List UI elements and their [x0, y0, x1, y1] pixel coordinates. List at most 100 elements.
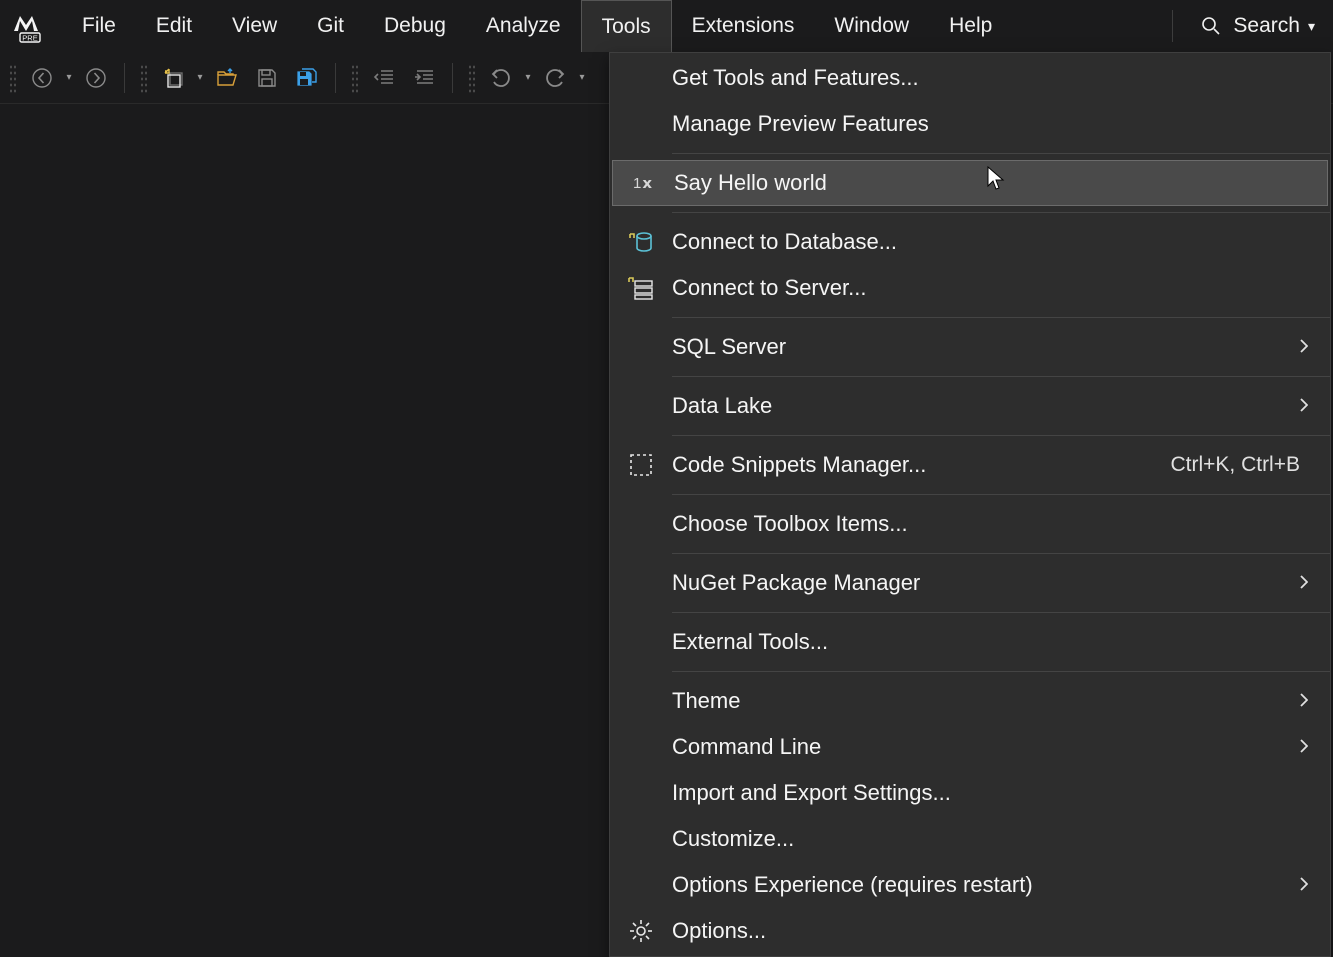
menu-separator [672, 612, 1330, 613]
tools-dropdown: Get Tools and Features... Manage Preview… [609, 52, 1331, 957]
menu-label: Tools [602, 15, 651, 39]
menu-analyze[interactable]: Analyze [466, 0, 581, 52]
new-item-dropdown[interactable]: ▾ [193, 72, 207, 83]
save-button[interactable] [249, 60, 285, 96]
menuitem-nuget[interactable]: NuGet Package Manager [610, 560, 1330, 606]
menu-edit[interactable]: Edit [136, 0, 212, 52]
search-label: Search [1233, 14, 1300, 38]
undo-dropdown[interactable]: ▾ [521, 72, 535, 83]
menuitem-label: Manage Preview Features [672, 111, 1308, 137]
save-all-button[interactable] [289, 60, 325, 96]
menuitem-data-lake[interactable]: Data Lake [610, 383, 1330, 429]
menuitem-code-snippets[interactable]: Code Snippets Manager... Ctrl+K, Ctrl+B [610, 442, 1330, 488]
undo-icon [490, 67, 512, 89]
menu-label: View [232, 14, 277, 38]
menu-separator [672, 671, 1330, 672]
open-button[interactable] [209, 60, 245, 96]
new-file-sparkle-icon [162, 67, 184, 89]
redo-button[interactable] [537, 60, 573, 96]
menu-label: Window [834, 14, 909, 38]
snippet-icon [610, 452, 672, 478]
menuitem-label: Data Lake [672, 393, 1300, 419]
menuitem-sql-server[interactable]: SQL Server [610, 324, 1330, 370]
menu-view[interactable]: View [212, 0, 297, 52]
menu-separator [672, 553, 1330, 554]
toolbar-separator [124, 63, 125, 93]
menu-separator [672, 153, 1330, 154]
search-icon [1201, 16, 1221, 36]
menuitem-say-hello-world[interactable]: 1𝘅 Say Hello world [612, 160, 1328, 206]
menu-tools[interactable]: Tools [581, 0, 672, 52]
undo-button[interactable] [483, 60, 519, 96]
toolbar-grip[interactable] [350, 63, 358, 93]
menu-separator [672, 435, 1330, 436]
menu-label: Help [949, 14, 992, 38]
gear-icon [610, 918, 672, 944]
menuitem-label: Options Experience (requires restart) [672, 872, 1300, 898]
toolbar-grip[interactable] [139, 63, 147, 93]
outdent-button[interactable] [366, 60, 402, 96]
toolbar-grip[interactable] [8, 63, 16, 93]
menu-label: File [82, 14, 116, 38]
app-logo: PRE [6, 4, 50, 48]
search-box[interactable]: Search ▾ [1183, 14, 1333, 38]
menuitem-label: Theme [672, 688, 1300, 714]
menuitem-label: SQL Server [672, 334, 1300, 360]
menu-help[interactable]: Help [929, 0, 1012, 52]
menu-label: Debug [384, 14, 446, 38]
menuitem-connect-server[interactable]: Connect to Server... [610, 265, 1330, 311]
menuitem-label: Connect to Database... [672, 229, 1308, 255]
menuitem-label: Import and Export Settings... [672, 780, 1308, 806]
menuitem-label: External Tools... [672, 629, 1308, 655]
menuitem-options-experience[interactable]: Options Experience (requires restart) [610, 862, 1330, 908]
menu-label: Extensions [692, 14, 795, 38]
menu-separator [672, 376, 1330, 377]
menu-window[interactable]: Window [814, 0, 929, 52]
outdent-icon [373, 67, 395, 89]
menu-label: Git [317, 14, 344, 38]
menuitem-label: Say Hello world [674, 170, 1306, 196]
menu-separator [672, 494, 1330, 495]
chevron-right-icon [1300, 571, 1308, 595]
open-folder-icon [216, 67, 238, 89]
save-all-icon [296, 67, 318, 89]
nav-forward-button[interactable] [78, 60, 114, 96]
menu-git[interactable]: Git [297, 0, 364, 52]
menubar-separator [1172, 10, 1173, 42]
menuitem-theme[interactable]: Theme [610, 678, 1330, 724]
toolbar-separator [335, 63, 336, 93]
nav-back-dropdown[interactable]: ▾ [62, 72, 76, 83]
chevron-right-icon [1300, 394, 1308, 418]
menu-separator [672, 212, 1330, 213]
menuitem-import-export[interactable]: Import and Export Settings... [610, 770, 1330, 816]
menuitem-manage-preview[interactable]: Manage Preview Features [610, 101, 1330, 147]
menuitem-choose-toolbox[interactable]: Choose Toolbox Items... [610, 501, 1330, 547]
chevron-right-icon [1300, 735, 1308, 759]
menu-file[interactable]: File [62, 0, 136, 52]
menu-separator [672, 317, 1330, 318]
menuitem-command-line[interactable]: Command Line [610, 724, 1330, 770]
chevron-down-icon: ▾ [1308, 18, 1315, 35]
menuitem-customize[interactable]: Customize... [610, 816, 1330, 862]
menuitem-get-tools[interactable]: Get Tools and Features... [610, 55, 1330, 101]
arrow-right-icon [85, 67, 107, 89]
menuitem-label: Customize... [672, 826, 1308, 852]
menuitem-connect-database[interactable]: Connect to Database... [610, 219, 1330, 265]
toolbar-grip[interactable] [467, 63, 475, 93]
chevron-right-icon [1300, 689, 1308, 713]
new-item-button[interactable] [155, 60, 191, 96]
menu-extensions[interactable]: Extensions [672, 0, 815, 52]
indent-icon [413, 67, 435, 89]
nav-back-button[interactable] [24, 60, 60, 96]
menuitem-external-tools[interactable]: External Tools... [610, 619, 1330, 665]
menuitem-label: NuGet Package Manager [672, 570, 1300, 596]
db-connect-icon [610, 229, 672, 255]
menuitem-options[interactable]: Options... [610, 908, 1330, 954]
redo-dropdown[interactable]: ▾ [575, 72, 589, 83]
toolbar-separator [452, 63, 453, 93]
indent-button[interactable] [406, 60, 442, 96]
menu-debug[interactable]: Debug [364, 0, 466, 52]
menuitem-label: Choose Toolbox Items... [672, 511, 1308, 537]
save-icon [256, 67, 278, 89]
menuitem-label: Code Snippets Manager... [672, 452, 1170, 478]
